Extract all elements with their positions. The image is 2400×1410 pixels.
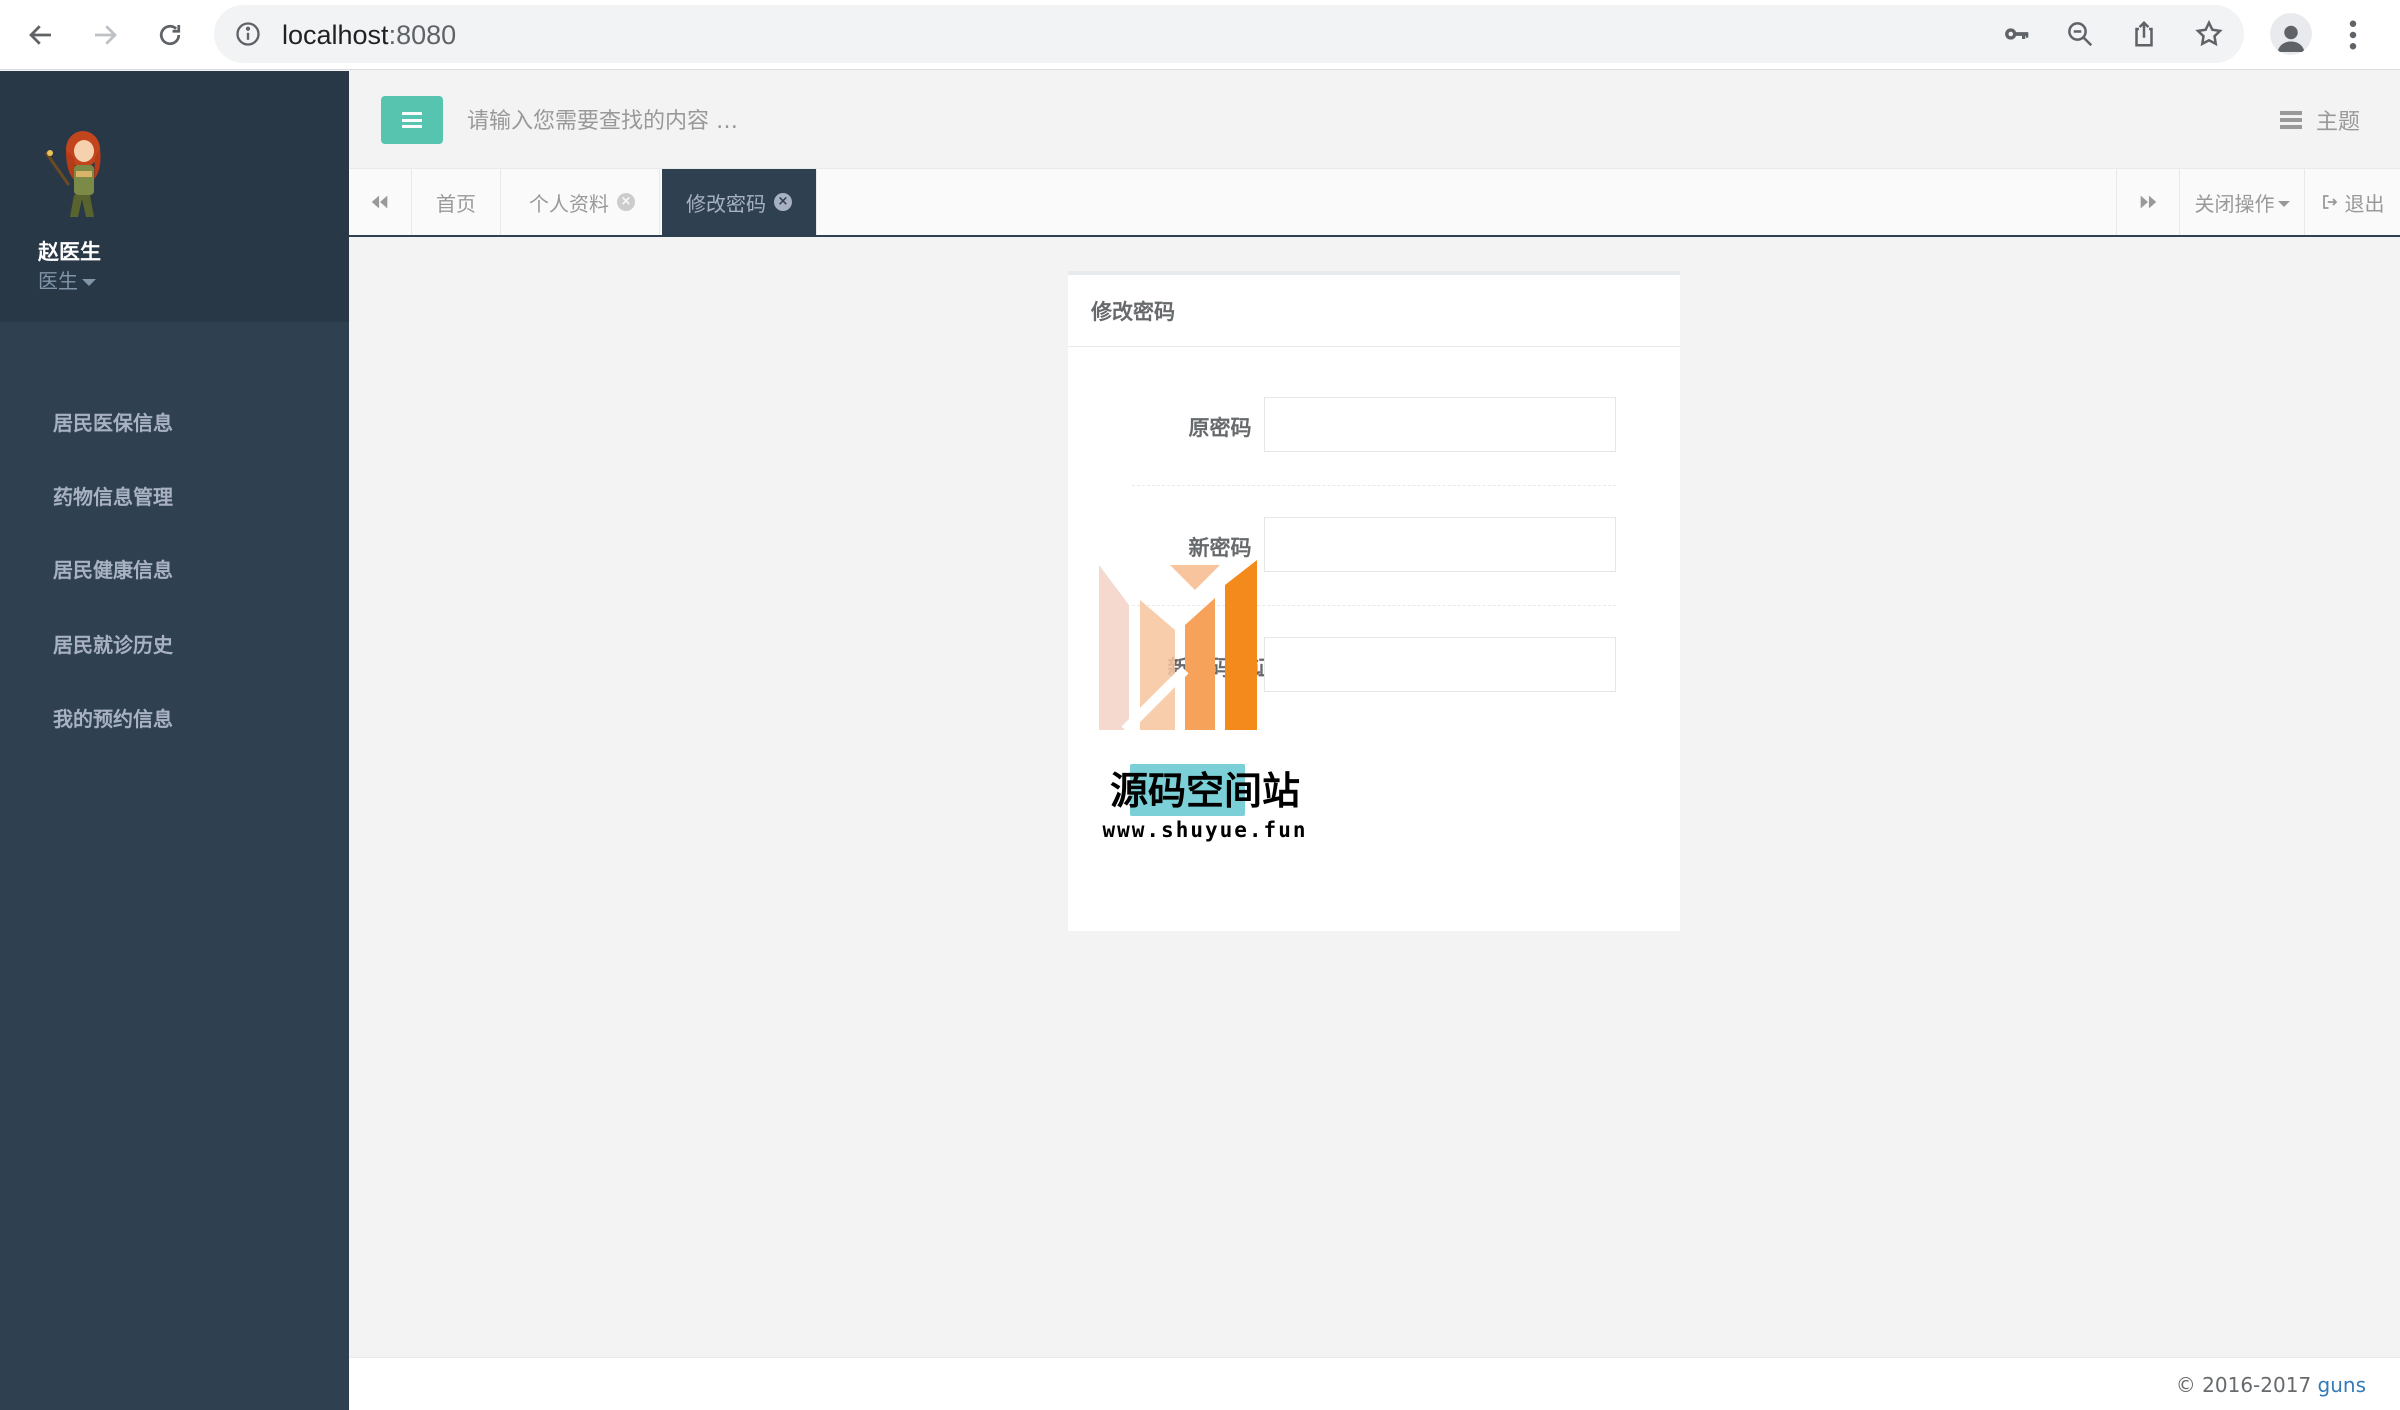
reload-icon[interactable] (149, 14, 191, 56)
sidebar-item-health-info[interactable]: 居民健康信息 (0, 531, 349, 605)
close-operations-dropdown[interactable]: 关闭操作 (2179, 169, 2304, 235)
tab-profile[interactable]: 个人资料 × (505, 169, 660, 235)
share-icon[interactable] (2129, 19, 2159, 49)
watermark-url: www.shuyue.fun (1102, 818, 1308, 842)
sidebar-profile: 赵医生 医生 (0, 71, 349, 322)
address-bar[interactable]: localhost:8080 (214, 5, 2244, 63)
search-input[interactable] (467, 101, 1067, 141)
url-text: localhost:8080 (282, 20, 457, 50)
sidebar-item-label: 居民就诊历史 (53, 632, 173, 657)
top-navbar: 主题 (349, 71, 2400, 169)
back-icon[interactable] (20, 14, 62, 56)
watermark-text: 源码空间站 (1109, 769, 1300, 813)
tab-scroll-left-button[interactable] (349, 169, 412, 235)
sidebar-item-medical-insurance[interactable]: 居民医保信息 (0, 384, 349, 458)
sidebar-item-label: 居民健康信息 (53, 557, 173, 582)
sidebar: 赵医生 医生 居民医保信息 药物信息管理 居民健康信息 居民就诊历史 我的预约信… (0, 71, 349, 1410)
site-info-icon[interactable] (234, 20, 262, 48)
sidebar-item-label: 居民医保信息 (53, 410, 173, 435)
tab-close-icon[interactable]: × (774, 193, 792, 211)
old-password-field[interactable] (1264, 397, 1616, 452)
avatar[interactable] (40, 121, 122, 221)
double-chevron-right-icon (2140, 195, 2157, 209)
logout-button[interactable]: 退出 (2304, 169, 2400, 235)
sidebar-item-label: 药物信息管理 (53, 484, 173, 509)
theme-button[interactable]: 主题 (2279, 104, 2360, 136)
footer-copyright: © 2016-2017 guns (2175, 1373, 2366, 1397)
theme-list-icon (2279, 111, 2302, 129)
footer: © 2016-2017 guns (349, 1357, 2400, 1410)
user-name: 赵医生 (38, 240, 101, 264)
tab-scroll-right-button[interactable] (2116, 169, 2179, 235)
zoom-out-icon[interactable] (2065, 19, 2095, 49)
bookmark-star-icon[interactable] (2194, 19, 2224, 49)
forward-icon[interactable] (84, 14, 126, 56)
tab-home[interactable]: 首页 (412, 169, 501, 235)
sidebar-item-label: 我的预约信息 (53, 706, 173, 731)
footer-link[interactable]: guns (2318, 1373, 2366, 1397)
panel-title: 修改密码 (1068, 275, 1680, 347)
hamburger-icon (402, 112, 422, 128)
page-tabs: 首页 个人资料 × 修改密码 × 关闭操作 退出 (349, 169, 2400, 237)
watermark: 源码空间站 www.shuyue.fun (1085, 560, 1330, 850)
tab-close-icon[interactable]: × (617, 193, 635, 211)
sidebar-item-drug-management[interactable]: 药物信息管理 (0, 458, 349, 532)
sidebar-toggle-button[interactable] (381, 96, 443, 144)
sign-out-icon (2322, 195, 2337, 209)
watermark-logo (1099, 560, 1257, 734)
caret-down-icon (2277, 201, 2290, 207)
divider (1132, 485, 1616, 486)
double-chevron-left-icon (371, 195, 388, 209)
browser-menu-icon[interactable] (2338, 15, 2368, 55)
sidebar-item-appointments[interactable]: 我的预约信息 (0, 680, 349, 754)
sidebar-item-visit-history[interactable]: 居民就诊历史 (0, 606, 349, 680)
browser-toolbar: localhost:8080 (0, 0, 2400, 70)
user-role-dropdown[interactable]: 医生 (38, 265, 96, 294)
key-icon[interactable] (2002, 19, 2032, 49)
caret-down-icon (82, 279, 96, 286)
tab-change-password[interactable]: 修改密码 × (662, 169, 817, 235)
profile-avatar-icon[interactable] (2270, 13, 2312, 55)
